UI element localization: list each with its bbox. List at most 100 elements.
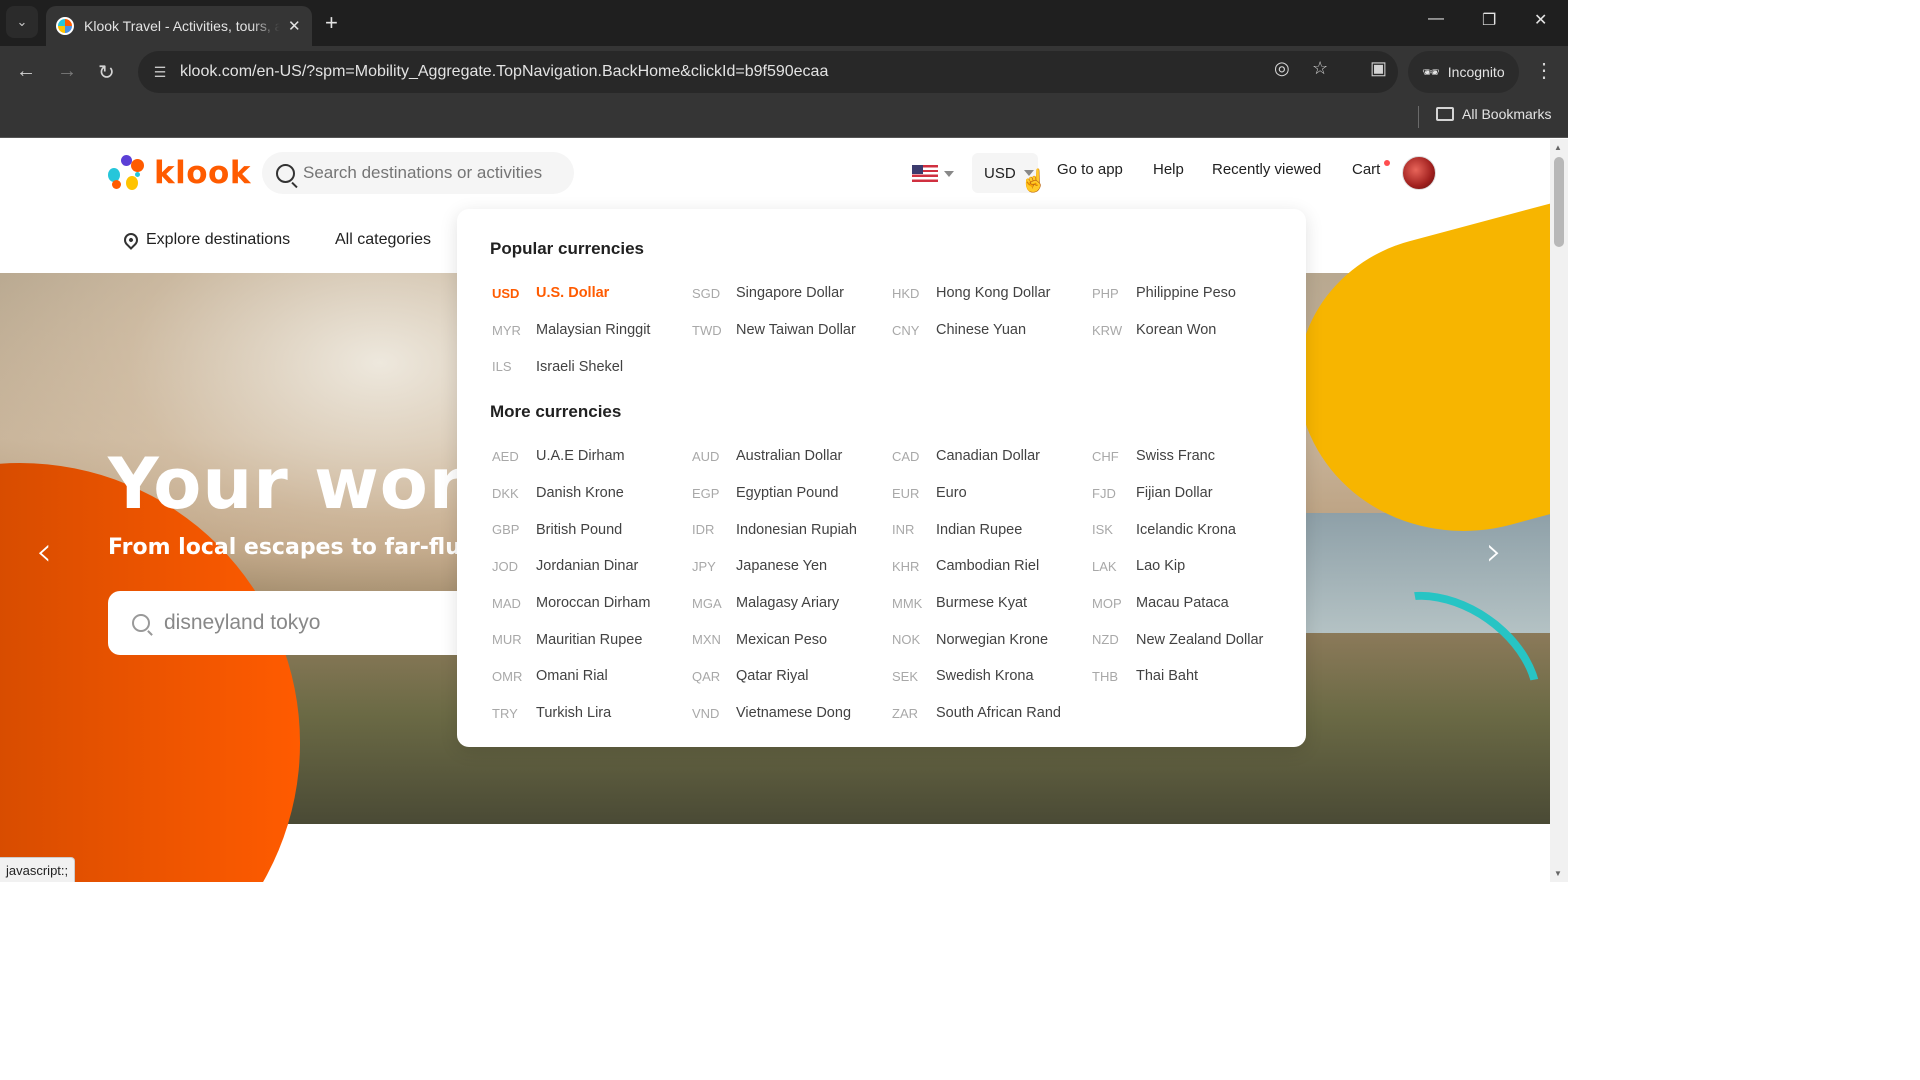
currency-option-hkd[interactable]: HKD Hong Kong Dollar [892, 275, 1092, 312]
currency-option-sek[interactable]: SEK Swedish Krona [892, 658, 1092, 695]
currency-option-isk[interactable]: ISK Icelandic Krona [1092, 511, 1292, 548]
us-flag-icon[interactable] [912, 165, 938, 182]
scroll-up-icon[interactable]: ▲ [1554, 143, 1562, 152]
currency-option-chf[interactable]: CHF Swiss Franc [1092, 438, 1292, 475]
currency-code: MYR [492, 322, 521, 338]
minimize-icon[interactable]: — [1428, 10, 1444, 28]
bookmark-star-icon[interactable]: ☆ [1312, 58, 1328, 79]
side-panel-icon[interactable]: ▣ [1370, 58, 1387, 79]
currency-option-inr[interactable]: INR Indian Rupee [892, 511, 1092, 548]
currency-option-cny[interactable]: CNY Chinese Yuan [892, 312, 1092, 349]
incognito-badge[interactable]: 🕶 Incognito [1408, 51, 1519, 93]
browser-tab-active[interactable]: Klook Travel - Activities, tours, attrac… [46, 6, 312, 46]
recently-viewed-link[interactable]: Recently viewed [1212, 161, 1321, 178]
currency-code: ISK [1092, 522, 1113, 538]
currency-option-zar[interactable]: ZAR South African Rand [892, 695, 1092, 732]
currency-option-jod[interactable]: JOD Jordanian Dinar [492, 548, 692, 585]
browser-menu-icon[interactable]: ⋮ [1534, 58, 1554, 83]
forward-arrow-icon[interactable]: → [57, 60, 77, 83]
all-categories-link[interactable]: All categories [335, 231, 431, 249]
currency-code: SEK [892, 668, 919, 684]
currency-option-mga[interactable]: MGA Malagasy Ariary [692, 585, 892, 622]
currency-option-gbp[interactable]: GBP British Pound [492, 511, 692, 548]
currency-name: British Pound [536, 521, 623, 538]
currency-option-egp[interactable]: EGP Egyptian Pound [692, 475, 892, 512]
currency-code: MAD [492, 595, 521, 611]
more-currencies-heading: More currencies [490, 402, 622, 421]
search-icon [276, 163, 295, 183]
currency-option-qar[interactable]: QAR Qatar Riyal [692, 658, 892, 695]
new-tab-button[interactable]: + [325, 10, 338, 36]
site-search-bar[interactable] [262, 152, 574, 194]
currency-option-idr[interactable]: IDR Indonesian Rupiah [692, 511, 892, 548]
back-arrow-icon[interactable]: ← [16, 60, 36, 83]
currency-option-dkk[interactable]: DKK Danish Krone [492, 475, 692, 512]
currency-option-jpy[interactable]: JPY Japanese Yen [692, 548, 892, 585]
currency-option-usd[interactable]: USD U.S. Dollar [492, 275, 692, 312]
currency-code: MUR [492, 632, 522, 648]
currency-option-aud[interactable]: AUD Australian Dollar [692, 438, 892, 475]
currency-name: Chinese Yuan [936, 322, 1027, 339]
currency-option-nok[interactable]: NOK Norwegian Krone [892, 621, 1092, 658]
currency-code: AED [492, 448, 519, 464]
close-tab-icon[interactable]: ✕ [288, 17, 301, 35]
carousel-next-icon[interactable]: › [1486, 529, 1502, 575]
currency-name: Indian Rupee [936, 521, 1023, 538]
user-avatar[interactable] [1402, 156, 1436, 190]
currency-option-nzd[interactable]: NZD New Zealand Dollar [1092, 621, 1292, 658]
help-link[interactable]: Help [1153, 161, 1184, 178]
site-info-icon[interactable]: ☰ [142, 64, 178, 81]
scroll-thumb[interactable] [1554, 157, 1564, 247]
currency-name: Fijian Dollar [1136, 485, 1213, 502]
popular-currencies-grid: USD U.S. Dollar SGD Singapore Dollar HKD Hong… [492, 275, 1292, 385]
currency-option-php[interactable]: PHP Philippine Peso [1092, 275, 1292, 312]
currency-option-aed[interactable]: AED U.A.E Dirham [492, 438, 692, 475]
currency-code: PHP [1092, 285, 1119, 301]
currency-option-vnd[interactable]: VND Vietnamese Dong [692, 695, 892, 732]
currency-option-krw[interactable]: KRW Korean Won [1092, 312, 1292, 349]
tab-search-button[interactable]: ⌄ [6, 6, 38, 38]
currency-option-eur[interactable]: EUR Euro [892, 475, 1092, 512]
go-to-app-link[interactable]: Go to app [1057, 161, 1123, 178]
currency-option-fjd[interactable]: FJD Fijian Dollar [1092, 475, 1292, 512]
scroll-down-icon[interactable]: ▼ [1554, 869, 1562, 878]
klook-logo[interactable]: klook [108, 154, 251, 192]
currency-name: Euro [936, 485, 967, 502]
currency-option-sgd[interactable]: SGD Singapore Dollar [692, 275, 892, 312]
currency-option-myr[interactable]: MYR Malaysian Ringgit [492, 312, 692, 349]
address-bar[interactable]: ☰ klook.com/en-US/?spm=Mobility_Aggregat… [138, 51, 1398, 93]
currency-option-mur[interactable]: MUR Mauritian Rupee [492, 621, 692, 658]
restore-icon[interactable]: ❐ [1482, 10, 1496, 30]
currency-code: EGP [692, 485, 720, 501]
currency-name: Japanese Yen [736, 558, 828, 575]
all-bookmarks-button[interactable]: All Bookmarks [1436, 106, 1551, 122]
currency-code: ZAR [892, 705, 918, 721]
currency-option-cad[interactable]: CAD Canadian Dollar [892, 438, 1092, 475]
currency-option-lak[interactable]: LAK Lao Kip [1092, 548, 1292, 585]
currency-option-mop[interactable]: MOP Macau Pataca [1092, 585, 1292, 622]
currency-option-twd[interactable]: TWD New Taiwan Dollar [692, 312, 892, 349]
currency-code: SGD [692, 285, 721, 301]
close-window-icon[interactable]: ✕ [1534, 10, 1547, 30]
language-caret-icon[interactable] [944, 171, 954, 177]
eye-off-icon[interactable]: ◎ [1274, 58, 1290, 79]
reload-icon[interactable]: ↻ [98, 60, 115, 85]
currency-option-mad[interactable]: MAD Moroccan Dirham [492, 585, 692, 622]
currency-name: Mexican Peso [736, 631, 828, 648]
page-scrollbar[interactable]: ▲ ▼ [1550, 139, 1568, 882]
carousel-prev-icon[interactable]: ‹ [36, 529, 52, 575]
cart-link[interactable]: Cart [1352, 161, 1380, 178]
currency-option-mmk[interactable]: MMK Burmese Kyat [892, 585, 1092, 622]
currency-option-ils[interactable]: ILS Israeli Shekel [492, 348, 692, 385]
currency-option-khr[interactable]: KHR Cambodian Riel [892, 548, 1092, 585]
hero-search-input[interactable] [164, 611, 464, 635]
currency-option-try[interactable]: TRY Turkish Lira [492, 695, 692, 732]
currency-option-thb[interactable]: THB Thai Baht [1092, 658, 1292, 695]
currency-dropdown: Popular currencies USD U.S. Dollar SGD Sing… [457, 209, 1306, 747]
currency-option-mxn[interactable]: MXN Mexican Peso [692, 621, 892, 658]
currency-option-omr[interactable]: OMR Omani Rial [492, 658, 692, 695]
currency-code: GBP [492, 522, 520, 538]
url-text[interactable]: klook.com/en-US/?spm=Mobility_Aggregate.… [180, 63, 828, 81]
site-search-input[interactable] [303, 163, 563, 183]
explore-destinations-link[interactable]: Explore destinations [121, 230, 290, 250]
